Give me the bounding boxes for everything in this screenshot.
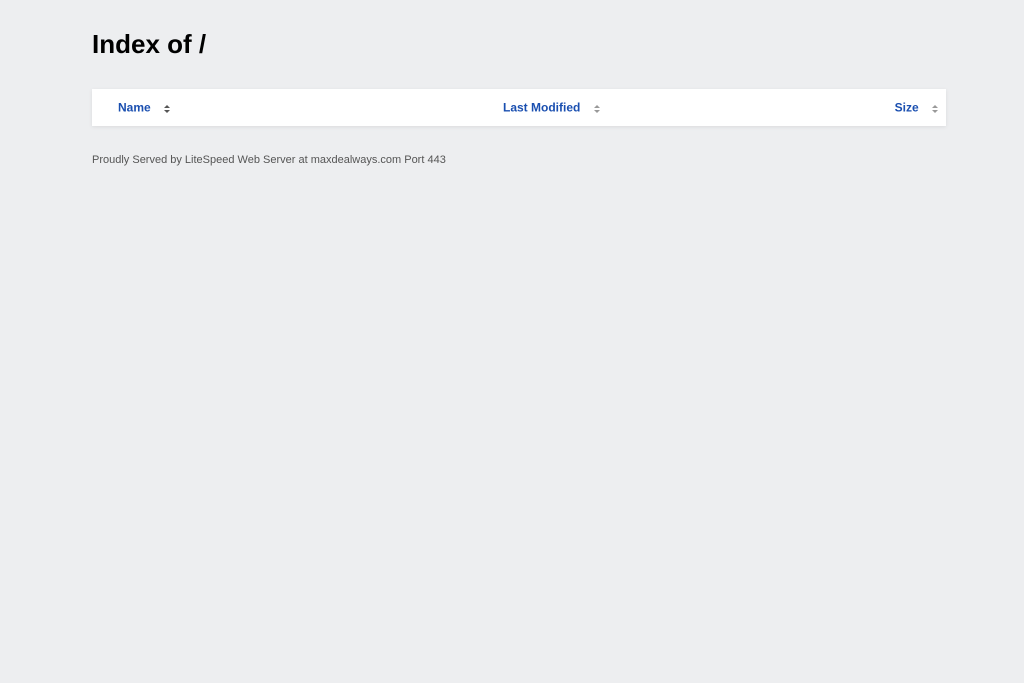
server-footer: Proudly Served by LiteSpeed Web Server a… — [92, 154, 446, 166]
sort-icon[interactable] — [932, 104, 938, 113]
page-title: Index of / — [92, 29, 207, 59]
column-header-last-modified-label[interactable]: Last Modified — [503, 100, 580, 114]
sort-icon[interactable] — [164, 104, 171, 113]
file-listing-table: Name Last Modified Size — [92, 89, 946, 126]
column-header-name[interactable]: Name — [118, 89, 171, 126]
column-header-last-modified[interactable]: Last Modified — [503, 89, 600, 126]
column-header-size-label[interactable]: Size — [895, 100, 919, 114]
column-header-name-label[interactable]: Name — [118, 100, 151, 114]
column-header-size[interactable]: Size — [895, 89, 938, 126]
sort-icon[interactable] — [593, 104, 600, 113]
